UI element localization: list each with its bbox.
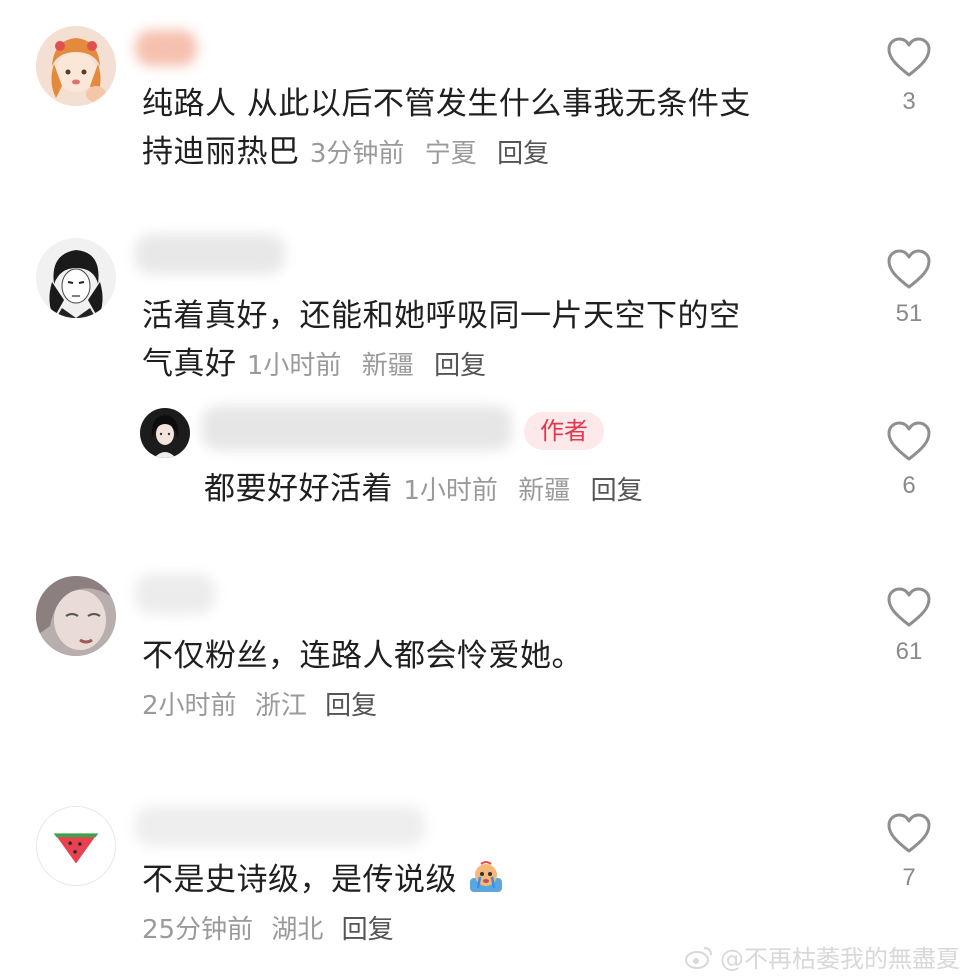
girl-avatar-icon (140, 408, 190, 458)
reply-button[interactable]: 回复 (325, 691, 377, 721)
like-count: 6 (902, 472, 916, 499)
blurred-username[interactable] (135, 806, 425, 846)
comment-time: 3分钟前 (309, 139, 405, 169)
comment-region: 新疆 (361, 351, 414, 381)
portrait-avatar-icon (36, 576, 116, 656)
comment-text: 不是史诗级，是传说级 (142, 856, 862, 904)
author-badge: 作者 (524, 412, 604, 450)
heart-icon (887, 421, 931, 461)
reply-button[interactable]: 回复 (434, 351, 486, 381)
author-avatar[interactable] (140, 408, 190, 458)
comment-time: 1小时前 (403, 476, 498, 506)
comment-region: 新疆 (518, 476, 571, 506)
comment-region: 湖北 (271, 915, 324, 945)
comment-meta: 2小时前 浙江 回复 (142, 688, 377, 724)
comment-region: 宁夏 (424, 139, 477, 169)
weibo-logo-icon (685, 946, 712, 969)
weibo-watermark: @不再枯萎我的無盡夏 (684, 939, 960, 974)
comment-time: 1小时前 (246, 351, 342, 381)
sketch-man-avatar-icon (36, 238, 116, 318)
like-button[interactable]: 7 (878, 812, 940, 892)
like-button[interactable]: 51 (878, 248, 940, 328)
like-button[interactable]: 61 (878, 586, 940, 666)
user-avatar[interactable] (36, 576, 116, 656)
watermark-text: @不再枯萎我的無盡夏 (720, 945, 960, 973)
blurred-username[interactable] (202, 406, 512, 450)
watermelon-icon (37, 807, 115, 885)
comment-region: 浙江 (254, 691, 307, 721)
reply-button[interactable]: 回复 (591, 476, 643, 506)
user-avatar[interactable] (36, 238, 116, 318)
heart-icon (887, 813, 931, 853)
anime-girl-avatar-icon (36, 26, 116, 106)
reply-button[interactable]: 回复 (497, 139, 549, 169)
reply-button[interactable]: 回复 (342, 915, 394, 945)
comment-meta: 25分钟前 湖北 回复 (142, 912, 394, 948)
user-avatar[interactable] (36, 806, 116, 886)
heart-icon (887, 587, 931, 627)
crying-emoji-icon (470, 861, 503, 892)
blurred-username[interactable] (135, 234, 285, 274)
like-count: 3 (902, 88, 916, 115)
comment-text: 不仅粉丝，连路人都会怜爱她。 (142, 638, 583, 674)
comment-time: 2小时前 (142, 691, 237, 721)
reply-text: 都要好好活着 1小时前 新疆 回复 (204, 471, 643, 507)
like-button[interactable]: 6 (878, 420, 940, 500)
comment-text: 纯路人 从此以后不管发生什么事我无条件支 持迪丽热巴 3分钟前 宁夏 回复 (142, 86, 751, 170)
like-count: 51 (895, 300, 923, 327)
like-button[interactable]: 3 (878, 36, 940, 116)
like-count: 61 (895, 638, 923, 665)
comment-time: 25分钟前 (142, 915, 254, 945)
heart-icon (887, 249, 931, 289)
blurred-username[interactable] (135, 574, 215, 614)
blurred-username[interactable] (135, 30, 197, 66)
like-count: 7 (902, 864, 916, 891)
user-avatar[interactable] (36, 26, 116, 106)
heart-icon (887, 37, 931, 77)
comment-text: 活着真好，还能和她呼吸同一片天空下的空 气真好 1小时前 新疆 回复 (142, 298, 741, 382)
